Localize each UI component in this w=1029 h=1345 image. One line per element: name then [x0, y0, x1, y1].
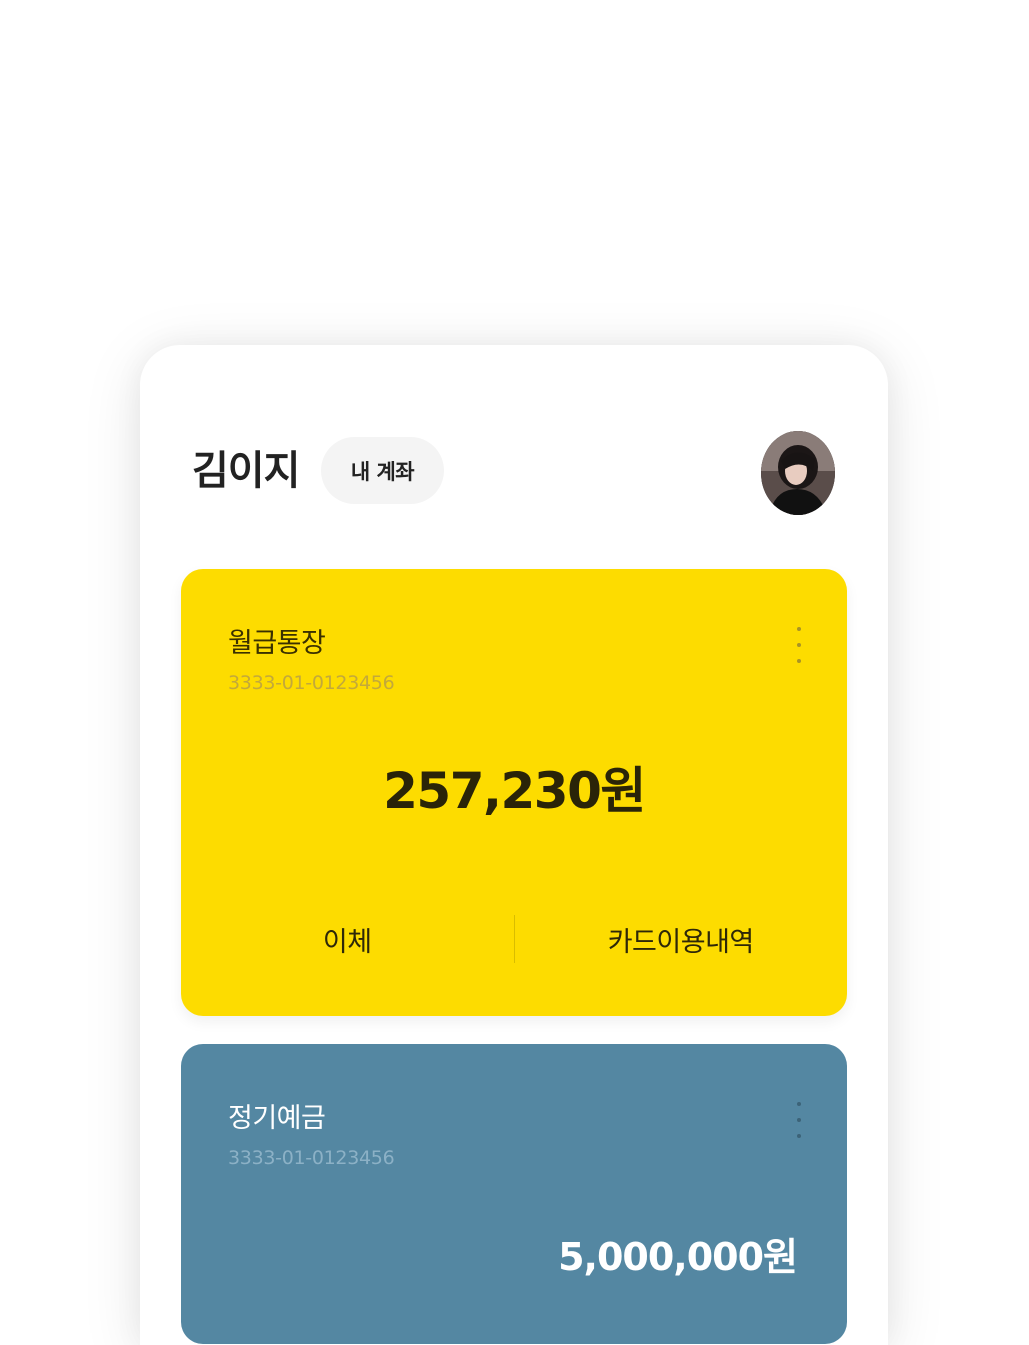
vertical-dots-icon: [797, 1134, 801, 1138]
account-name: 월급통장: [228, 628, 326, 659]
more-options-button[interactable]: [791, 627, 807, 663]
card-history-button[interactable]: 카드이용내역: [515, 920, 848, 959]
account-card-deposit[interactable]: 정기예금 3333-01-0123456 5,000,000원: [181, 1044, 847, 1344]
account-name: 정기예금: [228, 1103, 326, 1134]
account-card-salary[interactable]: 월급통장 3333-01-0123456 257,230원 이체 카드이용내역: [181, 569, 847, 1016]
my-accounts-label: 내 계좌: [350, 459, 415, 484]
account-balance: 5,000,000원: [558, 1235, 798, 1279]
my-accounts-chip[interactable]: 내 계좌: [321, 437, 444, 504]
vertical-dots-icon: [797, 659, 801, 663]
vertical-dots-icon: [797, 1102, 801, 1106]
more-options-button[interactable]: [791, 1102, 807, 1138]
profile-avatar[interactable]: [761, 431, 835, 515]
vertical-dots-icon: [797, 643, 801, 647]
vertical-dots-icon: [797, 627, 801, 631]
card-actions: 이체 카드이용내역: [181, 914, 847, 964]
account-number: 3333-01-0123456: [228, 672, 395, 694]
transfer-button[interactable]: 이체: [181, 920, 514, 959]
account-balance: 257,230원: [383, 762, 646, 820]
avatar-image: [761, 431, 835, 515]
account-number: 3333-01-0123456: [228, 1147, 395, 1169]
vertical-dots-icon: [797, 1118, 801, 1122]
user-name: 김이지: [192, 448, 300, 494]
